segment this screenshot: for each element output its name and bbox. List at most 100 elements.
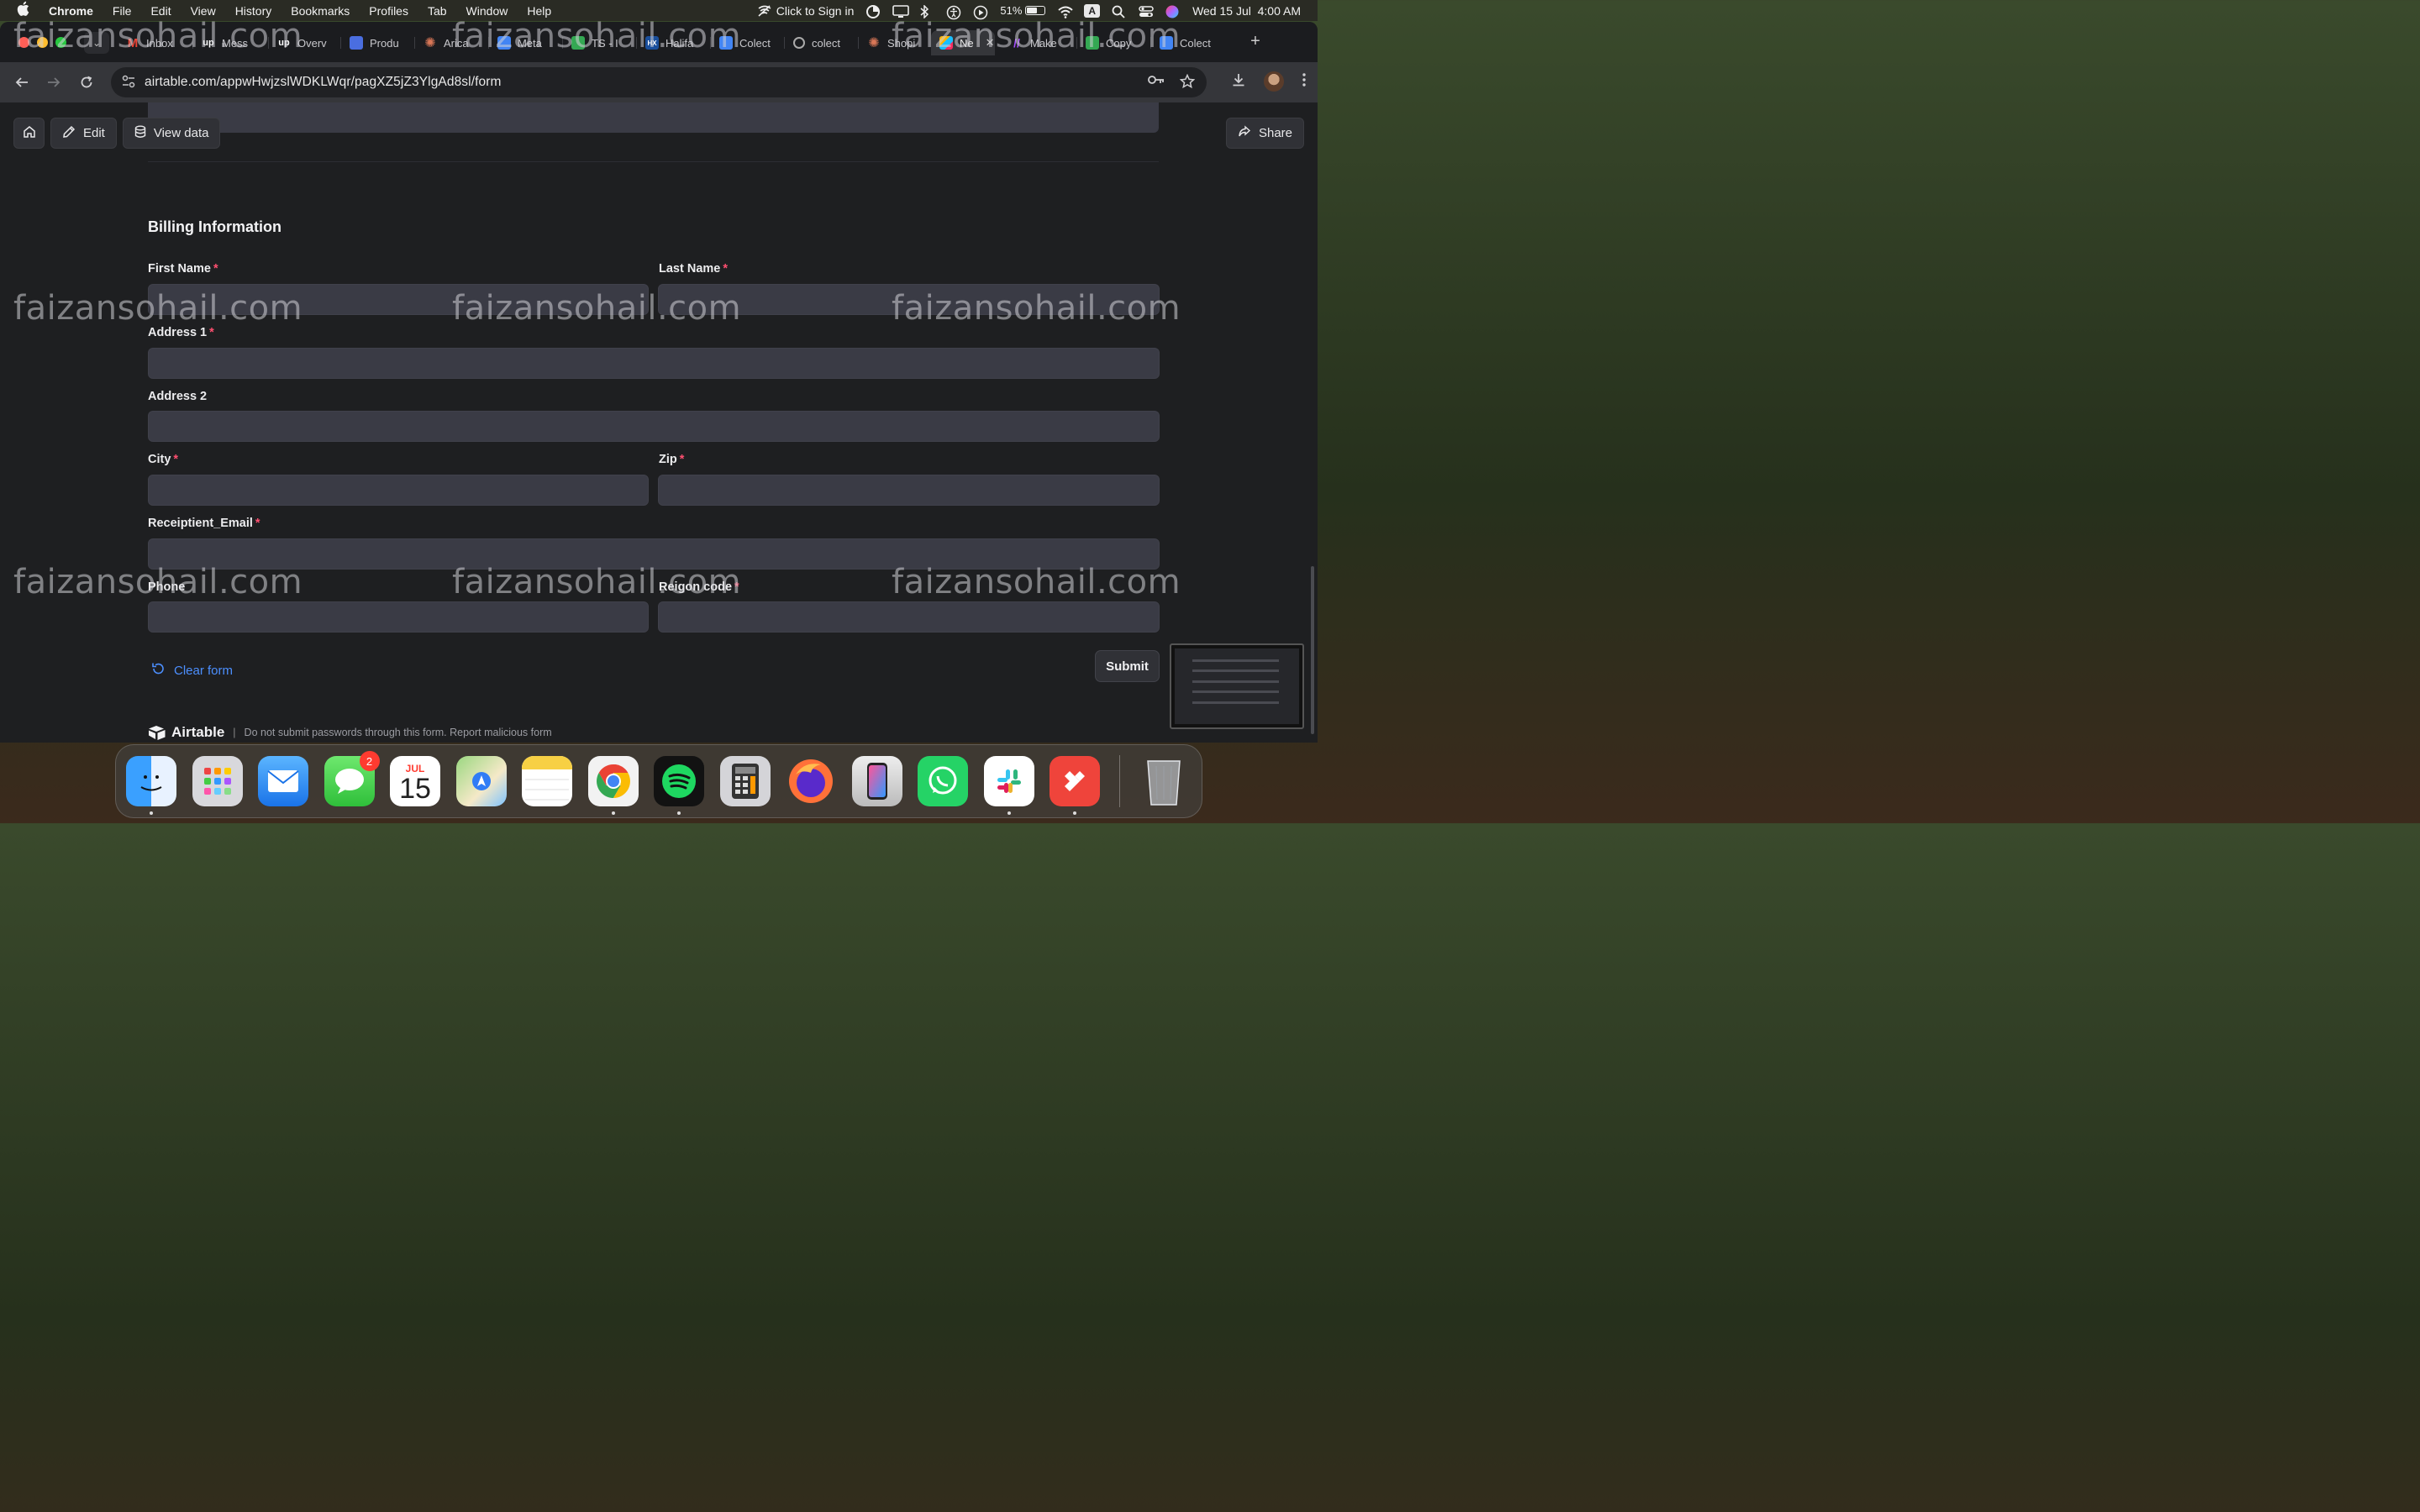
notes-icon[interactable]: [522, 756, 572, 806]
last-name-input[interactable]: [658, 284, 1160, 315]
new-tab-button[interactable]: +: [1245, 32, 1265, 52]
minimize-window-button[interactable]: [37, 37, 48, 48]
submit-button[interactable]: Submit: [1095, 650, 1160, 682]
menu-profiles[interactable]: Profiles: [369, 4, 408, 18]
cast-icon[interactable]: Click to Sign in: [758, 4, 855, 18]
tab-strip: ⌄ M Inbox up Mess up Overv Produ ✺ Arica Met…: [0, 22, 1318, 62]
input-source-badge[interactable]: A: [1084, 3, 1101, 18]
tab-meta-doc[interactable]: Meta: [489, 30, 563, 55]
tab-upwork-overview[interactable]: up Overv: [269, 30, 341, 55]
menu-file[interactable]: File: [113, 4, 132, 18]
bookmark-star-icon[interactable]: [1179, 73, 1196, 93]
apple-menu-icon[interactable]: [17, 1, 34, 20]
menu-edit[interactable]: Edit: [150, 4, 171, 18]
accessibility-icon[interactable]: [946, 5, 961, 19]
now-playing-icon[interactable]: [973, 5, 988, 19]
menu-app-name[interactable]: Chrome: [49, 4, 93, 18]
previous-field-input[interactable]: [148, 102, 1159, 133]
tab-colect-doc[interactable]: Colect: [711, 30, 785, 55]
iphone-mirroring-icon[interactable]: [851, 756, 902, 806]
tab-label: Colect: [1180, 36, 1211, 50]
reload-icon[interactable]: [75, 71, 98, 94]
close-window-button[interactable]: [18, 37, 29, 48]
share-button[interactable]: Share: [1225, 118, 1304, 149]
tab-ts-sheet[interactable]: TS - I: [563, 30, 637, 55]
bluetooth-icon[interactable]: [919, 3, 934, 19]
tab-upwork-messages[interactable]: up Mess: [193, 30, 269, 55]
wifi-icon[interactable]: [1057, 5, 1074, 18]
back-arrow-icon[interactable]: [10, 71, 34, 94]
menu-help[interactable]: Help: [527, 4, 551, 18]
chrome-icon[interactable]: [587, 756, 639, 815]
page-scrollbar[interactable]: [1311, 566, 1314, 734]
siri-icon[interactable]: [1165, 5, 1181, 18]
url-text[interactable]: airtable.com/appwHwjzslWDKLWqr/pagXZ5jZ3…: [145, 75, 502, 90]
calendar-icon[interactable]: JUL 15: [390, 756, 440, 806]
firefox-icon[interactable]: [786, 756, 836, 806]
tab-colect-web[interactable]: colect: [785, 30, 859, 55]
profile-avatar[interactable]: [1264, 71, 1284, 92]
address-bar[interactable]: airtable.com/appwHwjzslWDKLWqr/pagXZ5jZ3…: [111, 67, 1207, 97]
city-input[interactable]: [148, 475, 649, 506]
menu-bookmarks[interactable]: Bookmarks: [291, 4, 350, 18]
sign-in-text[interactable]: Click to Sign in: [776, 4, 855, 18]
tabs-list: M Inbox up Mess up Overv Produ ✺ Arica Meta …: [118, 30, 1223, 55]
clear-form-button[interactable]: Clear form: [151, 662, 233, 679]
tab-colect-doc-2[interactable]: Colect: [1151, 30, 1223, 55]
spotlight-search-icon[interactable]: [1112, 5, 1127, 18]
finder-icon[interactable]: [126, 756, 176, 815]
maps-icon[interactable]: [455, 756, 507, 806]
display-icon[interactable]: [892, 4, 910, 18]
email-input[interactable]: [148, 538, 1160, 570]
anydesk-icon[interactable]: [1050, 756, 1100, 815]
phone-input[interactable]: [148, 601, 649, 633]
first-name-input[interactable]: [148, 284, 649, 315]
airtable-logo[interactable]: Airtable: [148, 724, 224, 741]
tab-copy-sheet[interactable]: Copy: [1077, 30, 1151, 55]
forward-arrow-icon[interactable]: [42, 71, 66, 94]
close-tab-icon[interactable]: ✕: [986, 36, 995, 50]
mail-icon[interactable]: [258, 756, 308, 806]
launchpad-icon[interactable]: [192, 756, 243, 806]
messages-icon[interactable]: 2: [324, 751, 380, 806]
control-center-icon[interactable]: [1139, 5, 1154, 17]
menu-tab[interactable]: Tab: [428, 4, 447, 18]
view-data-button[interactable]: View data: [122, 118, 221, 149]
share-label: Share: [1258, 126, 1292, 140]
address2-input[interactable]: [148, 411, 1160, 442]
calculator-icon[interactable]: [719, 756, 771, 806]
zip-input[interactable]: [658, 475, 1160, 506]
home-button[interactable]: [13, 118, 45, 149]
halifax-icon: HX: [645, 36, 659, 50]
trash-icon[interactable]: [1139, 756, 1189, 806]
menu-window[interactable]: Window: [466, 4, 508, 18]
more-menu-icon[interactable]: [1302, 72, 1306, 91]
password-key-icon[interactable]: [1148, 74, 1165, 93]
edit-label: Edit: [83, 126, 105, 140]
tab-claude-shopify[interactable]: ✺ Shopi: [859, 30, 931, 55]
spotify-icon[interactable]: [654, 756, 704, 815]
tab-claude-arica[interactable]: ✺ Arica: [415, 30, 489, 55]
site-settings-icon[interactable]: [121, 75, 136, 90]
whatsapp-icon[interactable]: [918, 756, 968, 806]
zoom-window-button[interactable]: [55, 37, 66, 48]
download-icon[interactable]: [1232, 73, 1245, 91]
screenshot-thumbnail[interactable]: [1170, 643, 1304, 729]
clock-datetime[interactable]: Wed 15 Jul 4:00 AM: [1192, 4, 1301, 18]
tab-make[interactable]: // Make: [1002, 30, 1077, 55]
tab-airtable-active[interactable]: Ne ✕: [931, 30, 995, 55]
menu-history[interactable]: History: [235, 4, 272, 18]
tab-gmail[interactable]: M Inbox: [118, 30, 193, 55]
address1-input[interactable]: [148, 348, 1160, 379]
battery-status[interactable]: 51%: [1000, 4, 1046, 17]
tab-search-chevron-icon[interactable]: ⌄: [84, 32, 109, 54]
menu-view[interactable]: View: [191, 4, 216, 18]
footer-notice[interactable]: Do not submit passwords through this for…: [245, 727, 552, 738]
slack-icon[interactable]: [983, 756, 1034, 815]
thumbnail-line: [1192, 680, 1280, 683]
region-code-input[interactable]: [658, 601, 1160, 633]
screen-time-icon[interactable]: [865, 4, 881, 18]
tab-products[interactable]: Produ: [341, 30, 415, 55]
edit-button[interactable]: Edit: [50, 118, 117, 149]
tab-halifax[interactable]: HX Halifa: [637, 30, 711, 55]
